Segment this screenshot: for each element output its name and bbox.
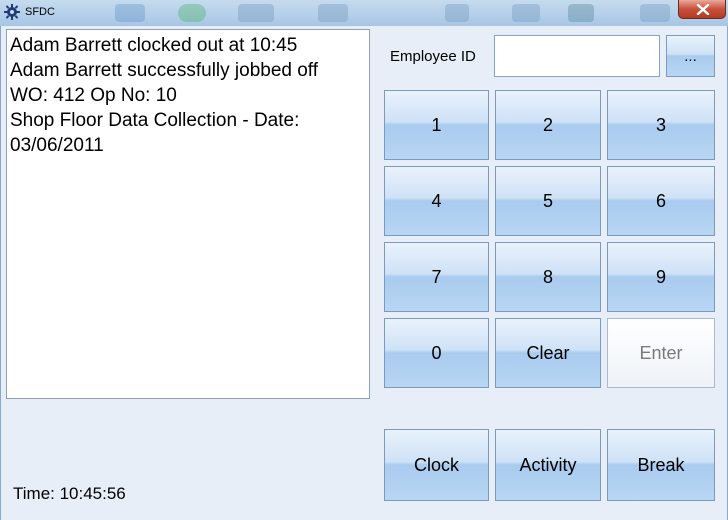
background-deco	[512, 4, 540, 22]
employee-id-label: Employee ID	[390, 48, 476, 65]
keypad-4-button[interactable]: 4	[384, 166, 489, 236]
browse-employee-button[interactable]: ...	[666, 35, 715, 77]
log-line: WO: 412 Op No: 10	[10, 85, 177, 106]
client-area: Adam Barrett clocked out at 10:45 Adam B…	[0, 26, 728, 520]
log-line: Adam Barrett successfully jobbed off	[10, 60, 319, 81]
keypad-3-button[interactable]: 3	[607, 90, 715, 160]
window-title: SFDC	[25, 6, 55, 18]
activity-button[interactable]: Activity	[495, 429, 601, 501]
background-deco	[568, 4, 594, 22]
clear-button[interactable]: Clear	[495, 318, 601, 388]
title-bar[interactable]: SFDC	[0, 0, 728, 26]
keypad-1-button[interactable]: 1	[384, 90, 489, 160]
keypad-7-button[interactable]: 7	[384, 242, 489, 312]
employee-id-input[interactable]	[494, 35, 660, 77]
background-deco	[640, 4, 670, 22]
keypad-5-button[interactable]: 5	[495, 166, 601, 236]
message-log: Adam Barrett clocked out at 10:45 Adam B…	[6, 29, 370, 399]
log-line: 03/06/2011	[10, 135, 104, 156]
keypad-2-button[interactable]: 2	[495, 90, 601, 160]
close-icon	[696, 4, 710, 15]
background-deco	[318, 4, 348, 22]
enter-button[interactable]: Enter	[607, 318, 715, 388]
keypad-9-button[interactable]: 9	[607, 242, 715, 312]
keypad-8-button[interactable]: 8	[495, 242, 601, 312]
background-deco	[178, 4, 206, 22]
close-button[interactable]	[678, 0, 726, 19]
log-line: Adam Barrett clocked out at 10:45	[10, 35, 298, 56]
background-deco	[115, 4, 145, 22]
app-gear-icon	[4, 4, 20, 20]
clock-button[interactable]: Clock	[384, 429, 489, 501]
keypad-0-button[interactable]: 0	[384, 318, 489, 388]
keypad-6-button[interactable]: 6	[607, 166, 715, 236]
background-deco	[238, 4, 274, 22]
sfdc-window: SFDC Adam Barrett clocked out at 10:45 A…	[0, 0, 728, 520]
log-line: Shop Floor Data Collection - Date:	[10, 110, 300, 131]
break-button[interactable]: Break	[607, 429, 715, 501]
background-deco	[445, 4, 469, 22]
clock-time-label: Time: 10:45:56	[13, 484, 126, 503]
